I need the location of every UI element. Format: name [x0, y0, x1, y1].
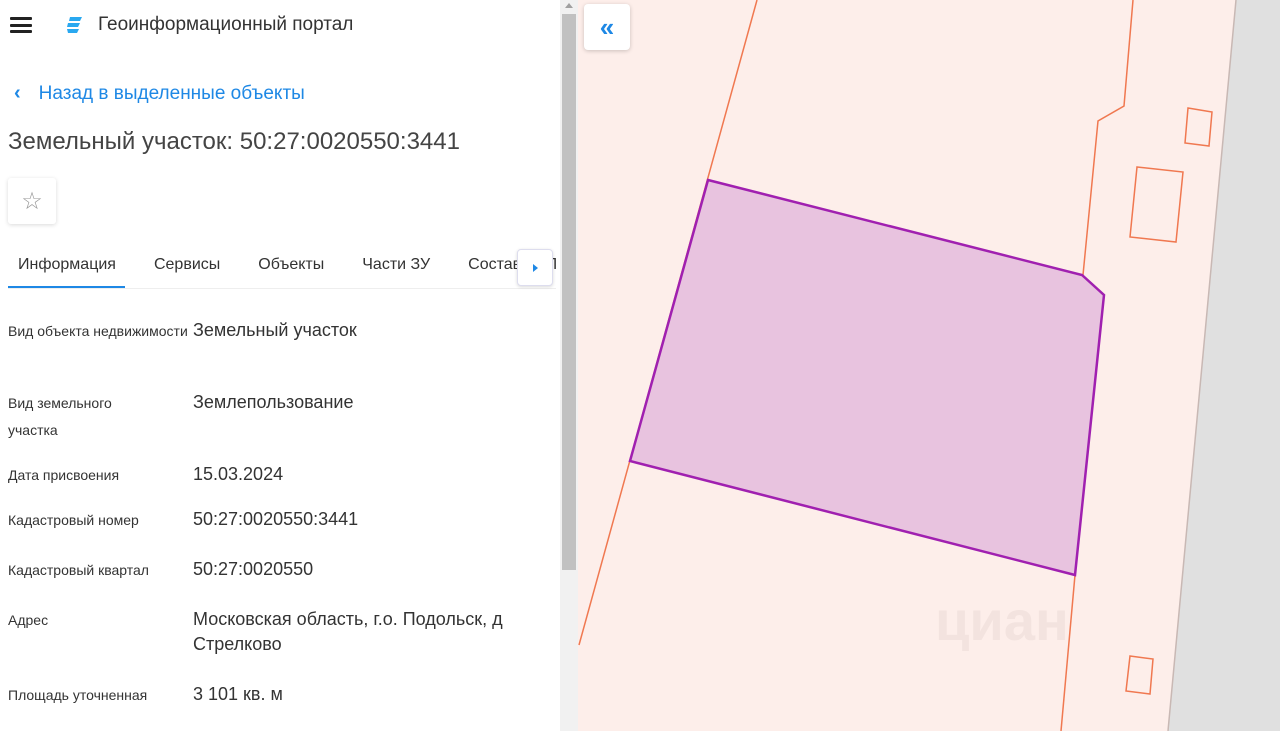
field-label: Вид земельного участка: [8, 395, 112, 438]
back-link-label: Назад в выделенные объекты: [38, 82, 305, 104]
page-title: Земельный участок: 50:27:0020550:3441: [8, 128, 460, 155]
tab-bar: Информация Сервисы Объекты Части ЗУ Сост…: [8, 240, 556, 289]
field-value: 3 101 кв. м: [193, 684, 283, 704]
tab-objects[interactable]: Объекты: [258, 240, 324, 288]
field-value: Земельный участок: [193, 320, 357, 340]
field-value: 15.03.2024: [193, 464, 284, 484]
star-icon: ☆: [21, 187, 43, 215]
field-value: 50:27:0020550:3441: [193, 509, 359, 529]
field-value: Московская область, г.о. Подольск, д Стр…: [193, 609, 503, 654]
collapse-panel-button[interactable]: «: [584, 4, 630, 50]
map-canvas[interactable]: циан: [578, 0, 1280, 732]
tab-services[interactable]: Сервисы: [154, 240, 220, 288]
field-row: Дата присвоения 15.03.2024: [8, 462, 538, 489]
field-label: Площадь уточненная: [8, 687, 148, 703]
scrollbar-thumb[interactable]: [562, 14, 576, 570]
app-title: Геоинформационный портал: [98, 14, 354, 35]
field-value: Землепользование: [193, 392, 354, 412]
field-label: Кадастровый номер: [8, 512, 139, 528]
field-label: Кадастровый квартал: [8, 562, 149, 578]
portal-logo-icon: [67, 17, 82, 33]
field-row: Вид земельного участка Землепользование: [8, 390, 538, 444]
field-row: Адрес Московская область, г.о. Подольск, …: [8, 607, 533, 657]
tabs-scroll-right-button[interactable]: [517, 249, 553, 286]
map-view[interactable]: циан «: [578, 0, 1280, 732]
panel-scrollbar[interactable]: [560, 0, 578, 731]
field-label: Вид объекта недвижимости: [8, 323, 188, 339]
chevron-left-icon: ‹: [14, 82, 21, 104]
field-value: 50:27:0020550: [193, 559, 314, 579]
tab-information[interactable]: Информация: [8, 240, 125, 288]
favorite-button[interactable]: ☆: [8, 178, 56, 224]
field-row: Площадь уточненная 3 101 кв. м: [8, 682, 538, 709]
tab-parts[interactable]: Части ЗУ: [362, 240, 430, 288]
menu-icon[interactable]: [10, 17, 32, 33]
caret-right-icon: [532, 263, 538, 272]
field-label: Дата присвоения: [8, 467, 120, 483]
field-row: Кадастровый квартал 50:27:0020550: [8, 557, 538, 584]
scroll-up-arrow-icon[interactable]: [565, 3, 573, 8]
info-panel: Геоинформационный портал ‹ Назад в выдел…: [0, 0, 560, 731]
field-row: Вид объекта недвижимости Земельный участо…: [8, 318, 538, 345]
back-to-selected-link[interactable]: ‹ Назад в выделенные объекты: [14, 82, 305, 105]
app-header: Геоинформационный портал: [10, 14, 353, 36]
field-row: Кадастровый номер 50:27:0020550:3441: [8, 507, 538, 534]
double-chevron-left-icon: «: [599, 11, 615, 42]
field-label: Адрес: [8, 612, 49, 628]
watermark-logo: циан: [935, 589, 1069, 652]
